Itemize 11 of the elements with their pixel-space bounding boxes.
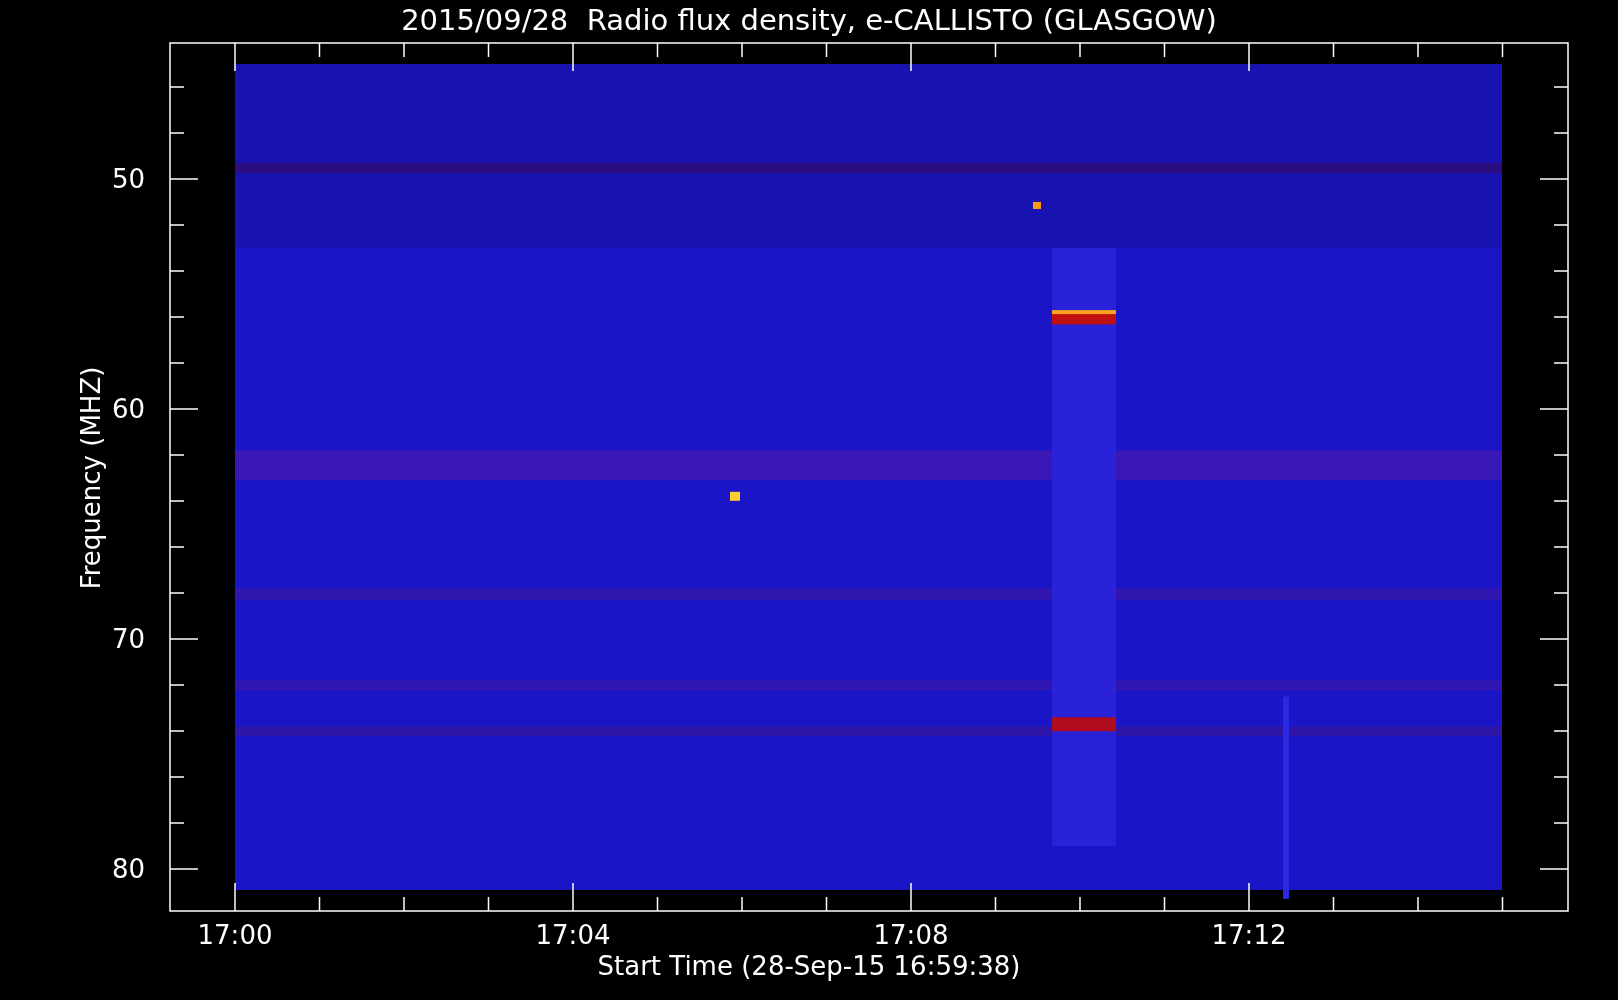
tick-label: 17:12: [1211, 920, 1287, 950]
tick-label: 17:08: [873, 920, 949, 950]
tick-label: 70: [111, 624, 145, 654]
tick-label: 17:00: [197, 920, 273, 950]
tick-label: 50: [111, 164, 145, 194]
tick-label: 17:04: [535, 920, 611, 950]
tick-label: 60: [111, 394, 145, 424]
tick-label: 80: [111, 854, 145, 884]
axis-label: Frequency (MHZ): [76, 366, 106, 590]
axis-label: Start Time (28-Sep-15 16:59:38): [597, 951, 1021, 981]
chart-title: 2015/09/28 Radio flux density, e-CALLISTO (GLASGOW): [401, 3, 1217, 37]
